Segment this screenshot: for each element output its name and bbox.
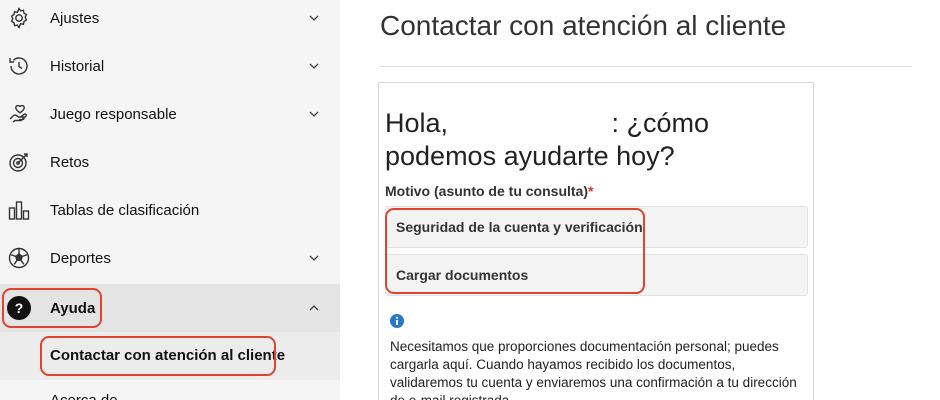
sidebar-item-deportes[interactable]: Deportes	[0, 234, 340, 282]
sidebar-item-ayuda[interactable]: ? Ayuda	[0, 284, 340, 332]
divider	[380, 66, 912, 67]
hand-heart-icon	[6, 101, 32, 127]
sidebar-item-label: Ayuda	[50, 299, 96, 317]
sidebar-subitem-label: Contactar con atención al cliente	[50, 347, 286, 364]
sidebar-item-label: Ajustes	[50, 9, 100, 27]
reason-option-label: Cargar documentos	[396, 267, 529, 283]
sidebar-item-acerca-de[interactable]: Acerca de	[0, 380, 340, 400]
sidebar-item-label: Tablas de clasificación	[50, 201, 200, 219]
history-icon	[6, 53, 32, 79]
sidebar-item-label: Juego responsable	[50, 105, 177, 123]
bar-chart-icon	[6, 197, 32, 223]
greeting-text: Hola, : ¿cómo podemos ayudarte hoy?	[385, 107, 809, 173]
sidebar-subitem-contactar[interactable]: Contactar con atención al cliente	[0, 332, 340, 380]
sidebar: Ajustes Historial Juego responsable Reto…	[0, 0, 340, 400]
sidebar-item-retos[interactable]: Retos	[0, 138, 340, 186]
chevron-up-icon	[309, 305, 319, 311]
gear-icon	[6, 5, 32, 31]
greeting-start: Hola,	[385, 108, 449, 138]
sidebar-item-label: Retos	[50, 153, 90, 171]
soccer-ball-icon	[6, 245, 32, 271]
reason-label: Motivo (asunto de tu consulta)*	[385, 183, 593, 199]
reason-option[interactable]: Seguridad de la cuenta y verificación	[385, 206, 808, 248]
required-mark: *	[588, 183, 594, 199]
chevron-down-icon	[309, 255, 319, 261]
help-icon: ?	[6, 295, 32, 321]
sidebar-item-label: Historial	[50, 57, 105, 75]
chevron-down-icon	[309, 63, 319, 69]
chevron-down-icon	[309, 111, 319, 117]
sidebar-item-tablas-de-clasificacion[interactable]: Tablas de clasificación	[0, 186, 340, 234]
reason-label-text: Motivo (asunto de tu consulta)	[385, 183, 588, 199]
chevron-down-icon	[309, 15, 319, 21]
sidebar-item-label: Acerca de	[50, 392, 118, 400]
sidebar-item-juego-responsable[interactable]: Juego responsable	[0, 90, 340, 138]
reason-option[interactable]: Cargar documentos	[385, 254, 808, 296]
sidebar-item-ajustes[interactable]: Ajustes	[0, 0, 340, 42]
target-icon	[6, 149, 32, 175]
info-icon	[390, 314, 404, 328]
svg-text:?: ?	[15, 300, 24, 316]
contact-card: Hola, : ¿cómo podemos ayudarte hoy? Moti…	[378, 82, 814, 400]
info-text: Necesitamos que proporciones documentaci…	[390, 339, 797, 400]
sidebar-item-label: Deportes	[50, 249, 111, 267]
reason-option-label: Seguridad de la cuenta y verificación	[396, 219, 643, 235]
sidebar-item-historial[interactable]: Historial	[0, 42, 340, 90]
page-title: Contactar con atención al cliente	[380, 10, 787, 41]
